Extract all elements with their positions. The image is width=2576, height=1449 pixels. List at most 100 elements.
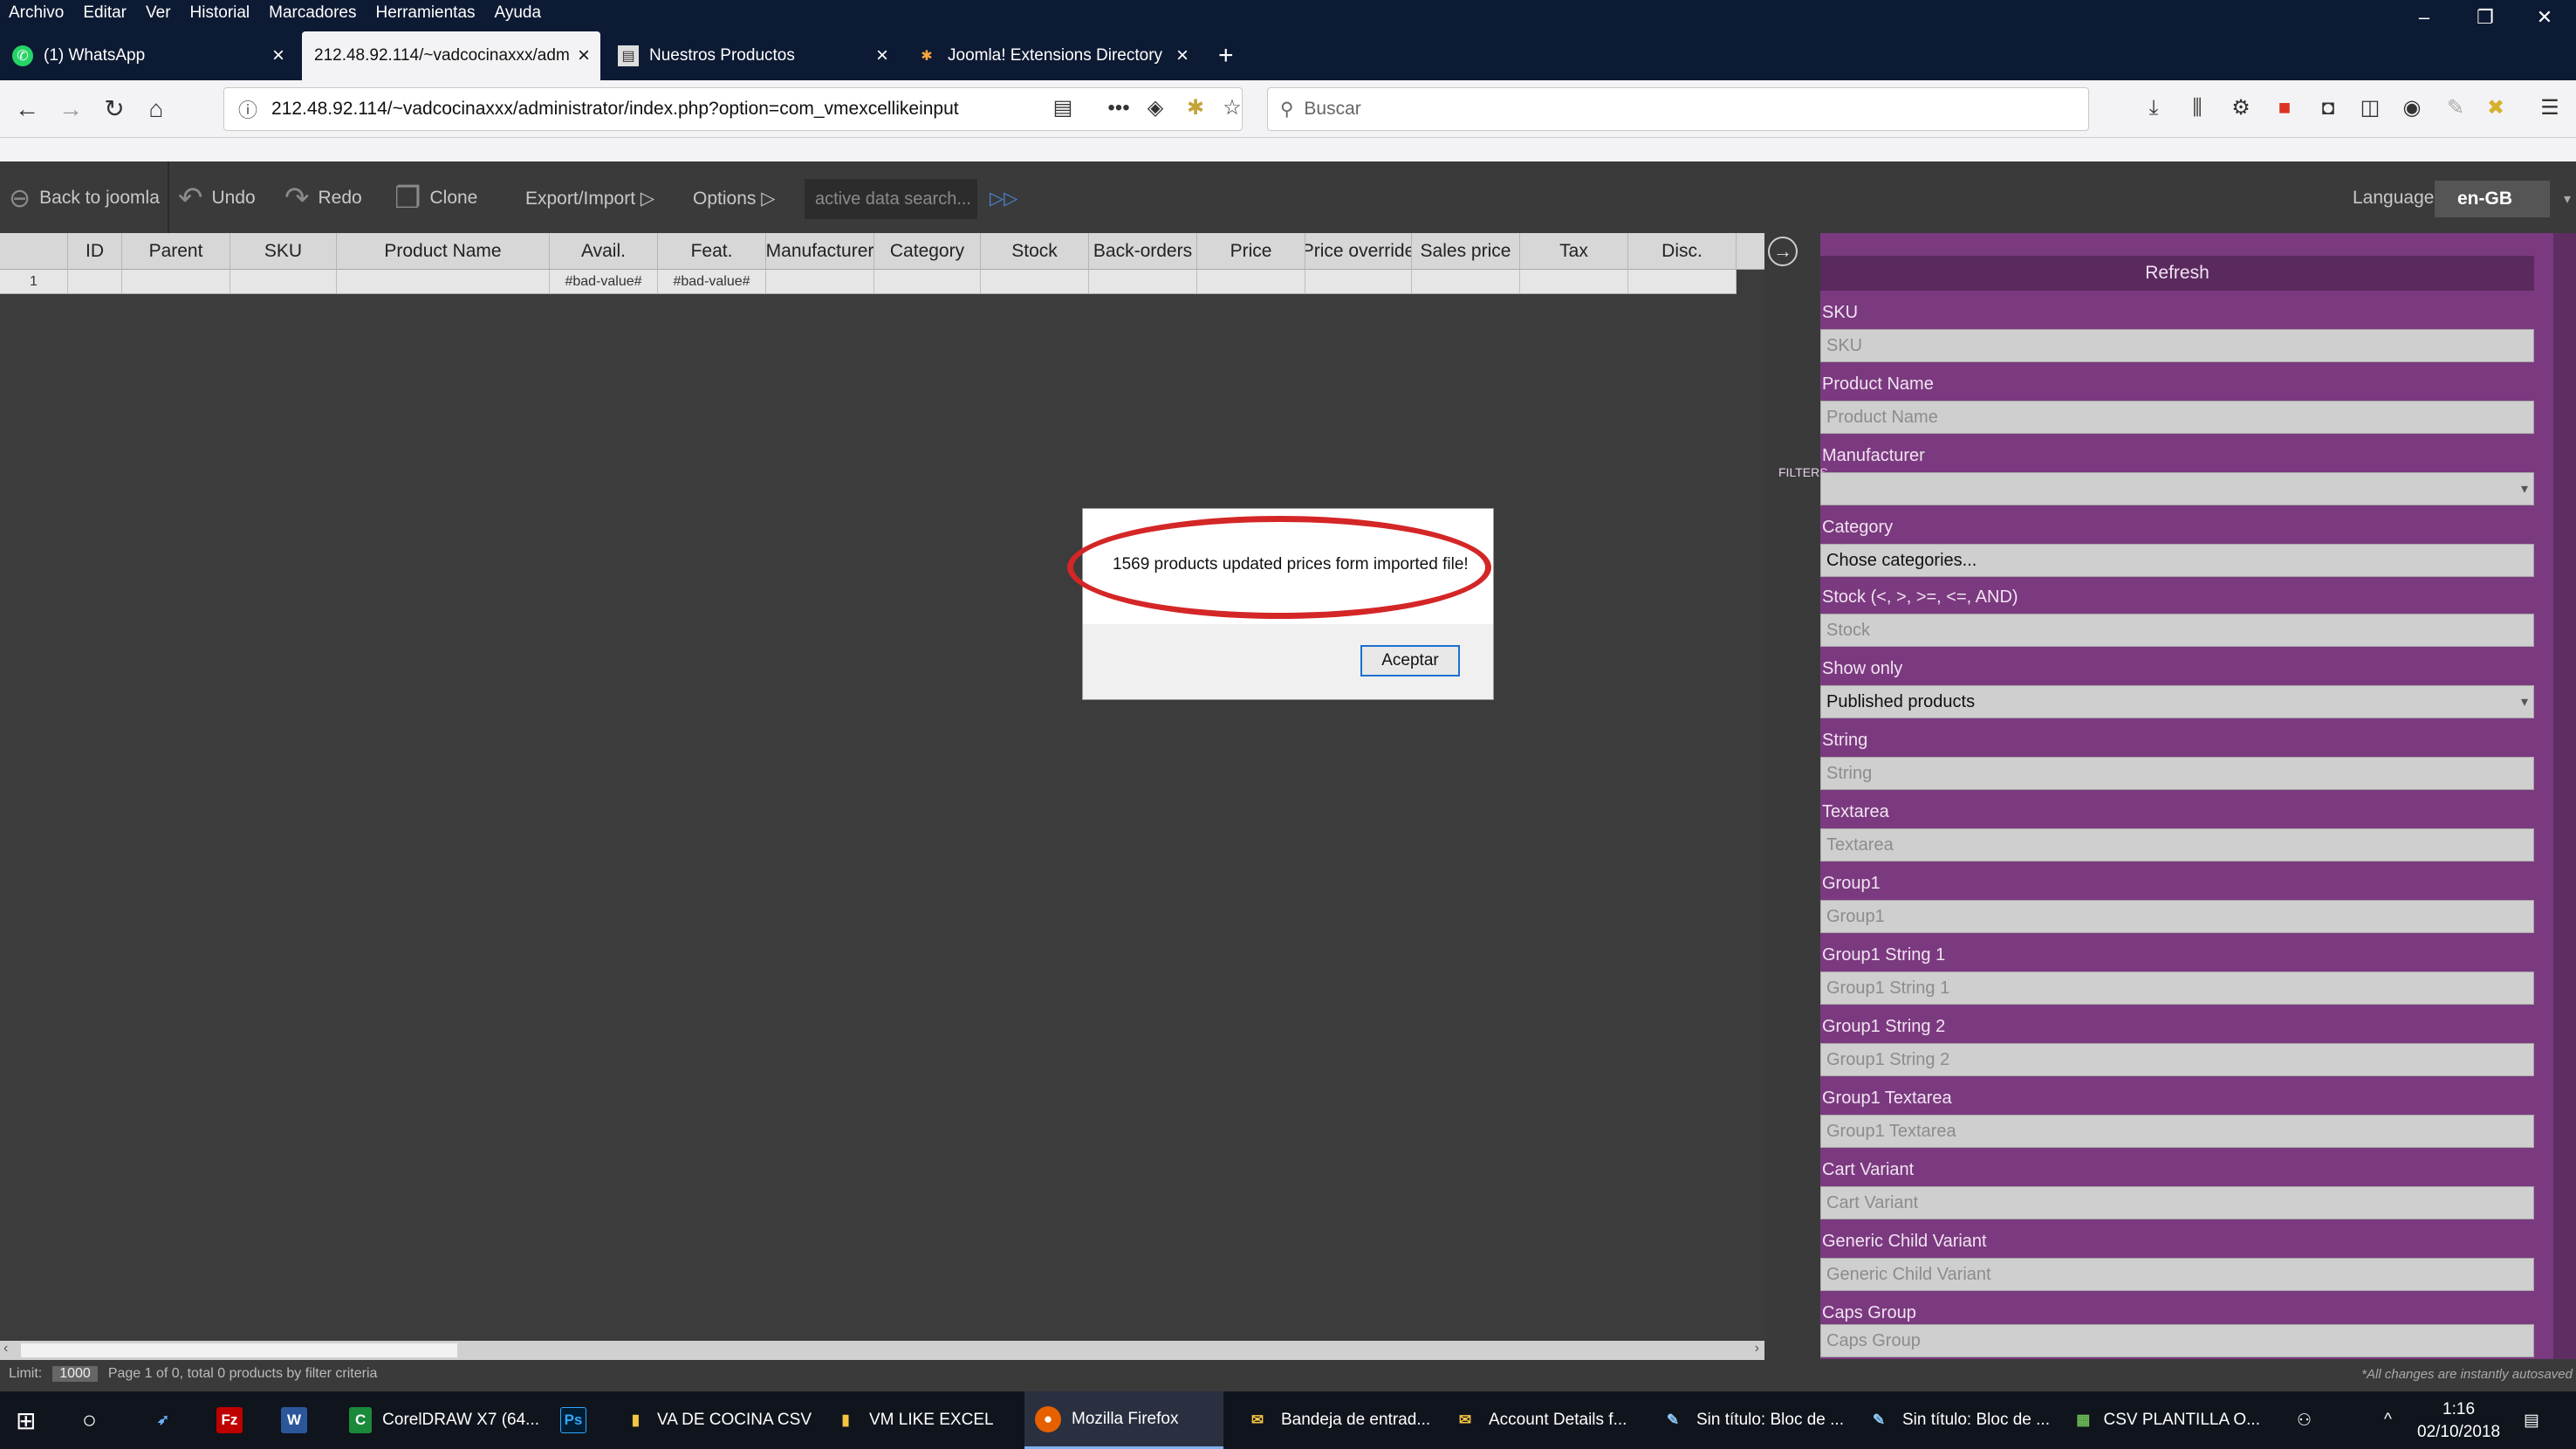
- col-header-back-orders[interactable]: Back-orders: [1089, 233, 1197, 270]
- close-icon[interactable]: ×: [272, 44, 284, 68]
- row-number[interactable]: 1: [0, 270, 68, 294]
- filter-manufacturer-select[interactable]: ▾: [1820, 472, 2534, 505]
- screenshot-icon[interactable]: ◘: [2312, 93, 2344, 124]
- taskbar-bandeja[interactable]: ✉ Bandeja de entrad...: [1234, 1391, 1431, 1449]
- info-icon[interactable]: ⓘ: [238, 95, 257, 123]
- col-header-price-override[interactable]: Price override: [1305, 233, 1412, 270]
- col-header-parent[interactable]: Parent: [122, 233, 230, 270]
- close-icon[interactable]: ×: [876, 44, 888, 68]
- cell-product-name[interactable]: [337, 270, 550, 294]
- cell-price[interactable]: [1197, 270, 1305, 294]
- menu-marcadores[interactable]: Marcadores: [269, 3, 356, 23]
- menu-editar[interactable]: Editar: [83, 3, 127, 23]
- menu-ayuda[interactable]: Ayuda: [495, 3, 542, 23]
- col-header-avail[interactable]: Avail.: [550, 233, 658, 270]
- system-clock[interactable]: 1:16 02/10/2018: [2417, 1398, 2500, 1444]
- tools-icon[interactable]: ✖: [2480, 93, 2511, 124]
- tab-nuestros-productos[interactable]: ▤ Nuestros Productos ×: [606, 31, 899, 80]
- taskbar-csv-plantilla[interactable]: ▦ CSV PLANTILLA O...: [2063, 1391, 2260, 1449]
- filter-generic-child-variant-input[interactable]: Generic Child Variant: [1820, 1258, 2534, 1291]
- taskbar-photoshop[interactable]: Ps: [550, 1391, 599, 1449]
- taskbar-coreldraw[interactable]: C CorelDRAW X7 (64...: [339, 1391, 539, 1449]
- extension-icon[interactable]: ⚙: [2225, 93, 2257, 124]
- language-select[interactable]: en-GB ▾: [2435, 181, 2571, 217]
- export-import-button[interactable]: Export/Import ▷: [525, 181, 654, 216]
- aceptar-button[interactable]: Aceptar: [1360, 645, 1460, 676]
- hamburger-menu-icon[interactable]: ☰: [2534, 93, 2566, 124]
- cell-stock[interactable]: [981, 270, 1089, 294]
- cell-category[interactable]: [874, 270, 981, 294]
- notifications-icon[interactable]: ▤: [2513, 1391, 2566, 1449]
- pen-icon[interactable]: ✎: [2440, 93, 2471, 124]
- joomla-ext-icon[interactable]: ✱: [1180, 93, 1211, 124]
- filter-group1-string1-input[interactable]: Group1 String 1: [1820, 972, 2534, 1005]
- options-button[interactable]: Options ▷: [693, 181, 775, 216]
- cell-feat[interactable]: #bad-value#: [658, 270, 766, 294]
- cell-price-override[interactable]: [1305, 270, 1412, 294]
- col-header-price[interactable]: Price: [1197, 233, 1305, 270]
- col-header-product-name[interactable]: Product Name: [337, 233, 550, 270]
- filter-group1-string2-input[interactable]: Group1 String 2: [1820, 1043, 2534, 1076]
- close-icon[interactable]: ×: [578, 44, 590, 68]
- menu-historial[interactable]: Historial: [190, 3, 250, 23]
- filter-sku-input[interactable]: SKU: [1820, 329, 2534, 362]
- scroll-right-icon[interactable]: ›: [1755, 1341, 1759, 1356]
- run-search-icon[interactable]: ▷▷: [990, 181, 1017, 216]
- vpn-icon[interactable]: ◉: [2396, 93, 2428, 124]
- cell-parent[interactable]: [122, 270, 230, 294]
- pocket-icon[interactable]: ◈: [1140, 93, 1171, 124]
- filter-caps-group-input[interactable]: Caps Group: [1820, 1324, 2534, 1357]
- taskbar-va-de-cocina-csv[interactable]: ▮ VA DE COCINA CSV: [614, 1391, 812, 1449]
- sidebar-icon[interactable]: ◫: [2354, 93, 2386, 124]
- filter-panel-scrollbar[interactable]: [2553, 233, 2576, 1359]
- taskbar-mozilla-firefox[interactable]: ● Mozilla Firefox: [1024, 1391, 1223, 1449]
- tab-joomla-extensions[interactable]: ✱ Joomla! Extensions Directory ×: [904, 31, 1199, 80]
- col-header-tax[interactable]: Tax: [1520, 233, 1628, 270]
- filezilla-ext-icon[interactable]: ■: [2269, 93, 2300, 124]
- cell-back-orders[interactable]: [1089, 270, 1197, 294]
- filters-vertical-label[interactable]: FILTERS: [1778, 465, 1828, 479]
- scroll-thumb[interactable]: [21, 1343, 457, 1357]
- cell-disc[interactable]: [1628, 270, 1737, 294]
- tab-whatsapp[interactable]: ✆ (1) WhatsApp ×: [0, 31, 295, 80]
- cell-sales-price[interactable]: [1412, 270, 1520, 294]
- more-actions-icon[interactable]: •••: [1103, 93, 1134, 124]
- col-header-sku[interactable]: SKU: [230, 233, 337, 270]
- scroll-left-icon[interactable]: ‹: [3, 1341, 8, 1356]
- menu-ver[interactable]: Ver: [146, 3, 171, 23]
- forward-icon[interactable]: →: [54, 93, 87, 126]
- reader-view-icon[interactable]: ▤: [1047, 93, 1079, 124]
- filezilla-taskbar-icon[interactable]: Fz: [206, 1391, 255, 1449]
- col-header-id[interactable]: ID: [68, 233, 122, 270]
- filter-category-select[interactable]: Chose categories...: [1820, 544, 2534, 577]
- word-taskbar-icon[interactable]: W: [271, 1391, 319, 1449]
- taskbar-account-details[interactable]: ✉ Account Details f...: [1442, 1391, 1639, 1449]
- close-icon[interactable]: ×: [1176, 44, 1189, 68]
- bookmark-star-icon[interactable]: ☆: [1216, 93, 1248, 124]
- cell-id[interactable]: [68, 270, 122, 294]
- taskbar-vm-like-excel[interactable]: ▮ VM LIKE EXCEL: [822, 1391, 1014, 1449]
- filter-group1-textarea-input[interactable]: Group1 Textarea: [1820, 1115, 2534, 1148]
- taskbar-notepad-2[interactable]: ✎ Sin título: Bloc de ...: [1855, 1391, 2052, 1449]
- search-field[interactable]: ⚲ Buscar: [1267, 87, 2089, 131]
- collapse-panel-icon[interactable]: →: [1768, 237, 1798, 266]
- cell-manufacturer[interactable]: [766, 270, 874, 294]
- menu-archivo[interactable]: Archivo: [9, 3, 64, 23]
- grid-horizontal-scrollbar[interactable]: ‹ ›: [0, 1341, 1764, 1360]
- clone-button[interactable]: ❐ Clone: [394, 181, 477, 216]
- url-bar[interactable]: ⓘ 212.48.92.114/~vadcocinaxxx/administra…: [223, 87, 1243, 131]
- start-windows-icon[interactable]: ⊞: [5, 1391, 56, 1449]
- filter-stock-input[interactable]: Stock: [1820, 614, 2534, 647]
- undo-button[interactable]: ↶ Undo: [178, 181, 256, 216]
- col-header-sales-price[interactable]: Sales price: [1412, 233, 1520, 270]
- taskbar-notepad-1[interactable]: ✎ Sin título: Bloc de ...: [1649, 1391, 1846, 1449]
- pinned-app-icon[interactable]: ➶: [140, 1391, 188, 1449]
- tray-chevron-up-icon[interactable]: ^: [2374, 1391, 2408, 1449]
- filter-cart-variant-input[interactable]: Cart Variant: [1820, 1186, 2534, 1219]
- back-to-joomla-button[interactable]: ⊖ Back to joomla: [9, 181, 160, 216]
- home-icon[interactable]: ⌂: [140, 93, 173, 126]
- cell-avail[interactable]: #bad-value#: [550, 270, 658, 294]
- reload-icon[interactable]: ↻: [98, 93, 131, 126]
- col-header-disc[interactable]: Disc.: [1628, 233, 1737, 270]
- col-header-stock[interactable]: Stock: [981, 233, 1089, 270]
